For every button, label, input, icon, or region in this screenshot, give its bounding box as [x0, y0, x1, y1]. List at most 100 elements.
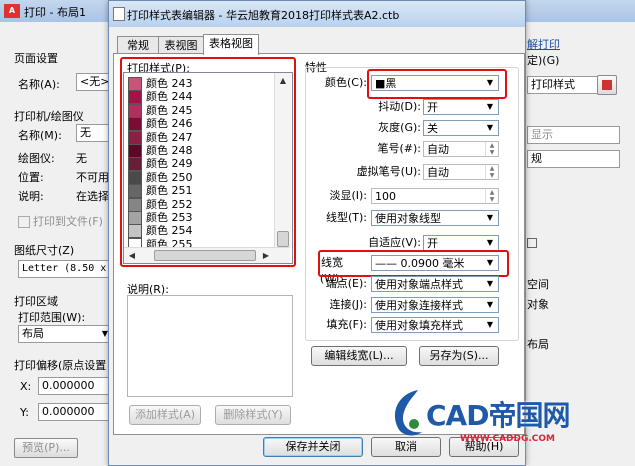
spin-arrows-icon[interactable]: ▲ ▼	[485, 142, 498, 156]
page-setup-heading: 页面设置	[14, 52, 58, 65]
edit-style-glyph	[602, 80, 612, 90]
offset-y-label: Y:	[20, 406, 29, 419]
print-range-label: 打印范围(W):	[18, 311, 86, 324]
chevron-down-icon: ▼	[486, 213, 494, 222]
grayscale-select[interactable]: 关 ▼	[423, 120, 499, 136]
watermark-brand: CAD帝国网	[426, 399, 570, 432]
virtual-pen-spinner[interactable]: 自动 ▲ ▼	[423, 164, 499, 180]
pen-number-spinner[interactable]: 自动 ▲ ▼	[423, 141, 499, 157]
pen-number-value: 自动	[427, 143, 449, 156]
fill-label: 填充(F):	[326, 318, 367, 331]
add-style-button[interactable]: 添加样式(A)	[129, 405, 201, 425]
watermark-url: WWW.CADDG.COM	[460, 434, 555, 444]
chevron-down-icon: ▼	[486, 123, 494, 132]
fade-spinner[interactable]: 100 ▲ ▼	[371, 188, 499, 204]
join-select[interactable]: 使用对象连接样式 ▼	[371, 297, 499, 313]
offset-y-input[interactable]: 0.000000	[38, 403, 109, 421]
grayscale-label: 灰度(G):	[378, 121, 421, 134]
linetype-label: 线型(T):	[325, 211, 367, 224]
printer-name-select[interactable]: 无	[76, 124, 111, 142]
virtual-pen-label: 虚拟笔号(U):	[356, 165, 421, 178]
dither-select[interactable]: 开 ▼	[423, 99, 499, 115]
document-icon	[113, 7, 125, 21]
editor-title: 打印样式表编辑器 - 华云旭教育2018打印样式表A2.ctb	[127, 9, 400, 22]
printer-name-label: 名称(M):	[18, 129, 62, 142]
editor-titlebar: 打印样式表编辑器 - 华云旭教育2018打印样式表A2.ctb	[109, 1, 525, 27]
location-value: 不可用	[76, 171, 109, 184]
plotter-value: 无	[76, 152, 87, 165]
adaptive-value: 开	[427, 237, 438, 250]
save-as-button[interactable]: 另存为(S)...	[419, 346, 499, 366]
styles-highlight-box	[120, 57, 296, 267]
cancel-button[interactable]: 取消	[371, 437, 441, 457]
quality-select[interactable]: 规	[527, 150, 620, 168]
plotter-label: 绘图仪:	[18, 152, 55, 165]
edit-style-icon[interactable]	[597, 75, 617, 95]
color-highlight-box	[367, 69, 507, 99]
set-label: 定)(G)	[527, 54, 560, 67]
chevron-down-icon: ▼	[486, 279, 494, 288]
edit-lineweights-button[interactable]: 编辑线宽(L)...	[311, 346, 407, 366]
endpoint-label: 端点(E):	[325, 277, 367, 290]
dither-value: 开	[427, 101, 438, 114]
fade-value: 100	[375, 190, 396, 203]
dither-label: 抖动(D):	[378, 100, 421, 113]
grayscale-value: 关	[427, 122, 438, 135]
pen-number-label: 笔号(#):	[377, 142, 421, 155]
chevron-down-icon: ▼	[486, 300, 494, 309]
join-value: 使用对象连接样式	[375, 299, 463, 312]
description-textarea[interactable]	[127, 295, 293, 397]
virtual-pen-value: 自动	[427, 166, 449, 179]
print-area-heading: 打印区域	[14, 295, 58, 308]
preview-button[interactable]: 预览(P)...	[14, 438, 78, 458]
delete-style-button[interactable]: 删除样式(Y)	[215, 405, 291, 425]
tab-general[interactable]: 常规	[117, 36, 159, 54]
cad-logo-icon	[394, 390, 422, 436]
cancel-print-link[interactable]: 解打印	[527, 36, 560, 52]
print-to-file-checkbox[interactable]: 打印到文件(F)	[18, 213, 103, 229]
tab-form-view[interactable]: 表格视图	[203, 34, 259, 55]
shade-display-select[interactable]: 显示	[527, 126, 620, 144]
fill-value: 使用对象填充样式	[375, 319, 463, 332]
print-offset-heading: 打印偏移(原点设置	[14, 359, 107, 372]
space-option[interactable]: 空间	[527, 276, 549, 292]
checkbox-box-icon	[18, 216, 30, 228]
tab-table-view[interactable]: 表视图	[158, 36, 204, 54]
print-range-value: 布局	[22, 327, 44, 340]
option-checkbox-icon[interactable]	[527, 238, 537, 248]
printer-heading: 打印机/绘图仪	[14, 110, 84, 123]
join-label: 连接(J):	[329, 298, 367, 311]
location-label: 位置:	[18, 171, 44, 184]
object-option[interactable]: 对象	[527, 296, 549, 312]
lineweight-highlight-box	[318, 250, 509, 277]
paper-size-heading: 图纸尺寸(Z)	[14, 244, 75, 257]
endpoint-value: 使用对象端点样式	[375, 278, 463, 291]
description-value: 在选择	[76, 190, 109, 203]
color-label: 颜色(C):	[325, 76, 367, 89]
linetype-value: 使用对象线型	[375, 212, 441, 225]
chevron-down-icon: ▼	[486, 238, 494, 247]
description-label: 说明:	[18, 190, 44, 203]
chevron-down-icon: ▼	[486, 102, 494, 111]
print-range-select[interactable]: 布局 ▼	[18, 325, 111, 343]
plot-style-select[interactable]: 打印样式	[527, 76, 598, 94]
save-and-close-button[interactable]: 保存并关闭	[263, 437, 363, 457]
endpoint-select[interactable]: 使用对象端点样式 ▼	[371, 276, 499, 292]
setup-name-label: 名称(A):	[18, 78, 60, 91]
adaptive-label: 自适应(V):	[368, 236, 421, 249]
print-dialog-title: 打印 - 布局1	[24, 6, 86, 19]
print-to-file-label: 打印到文件(F)	[33, 215, 103, 228]
fill-select[interactable]: 使用对象填充样式 ▼	[371, 317, 499, 333]
autocad-logo-icon: A	[4, 4, 20, 18]
linetype-select[interactable]: 使用对象线型 ▼	[371, 210, 499, 226]
setup-name-select[interactable]: <无>	[76, 73, 111, 91]
spin-arrows-icon[interactable]: ▲ ▼	[485, 189, 498, 203]
offset-x-label: X:	[20, 380, 32, 393]
spin-arrows-icon[interactable]: ▲ ▼	[485, 165, 498, 179]
offset-x-input[interactable]: 0.000000	[38, 377, 109, 395]
fade-label: 淡显(I):	[329, 189, 367, 202]
paper-size-select[interactable]: Letter (8.50 x 1	[18, 260, 113, 278]
adaptive-select[interactable]: 开 ▼	[423, 235, 499, 251]
layout-option[interactable]: 布局	[527, 336, 549, 352]
chevron-down-icon: ▼	[486, 320, 494, 329]
